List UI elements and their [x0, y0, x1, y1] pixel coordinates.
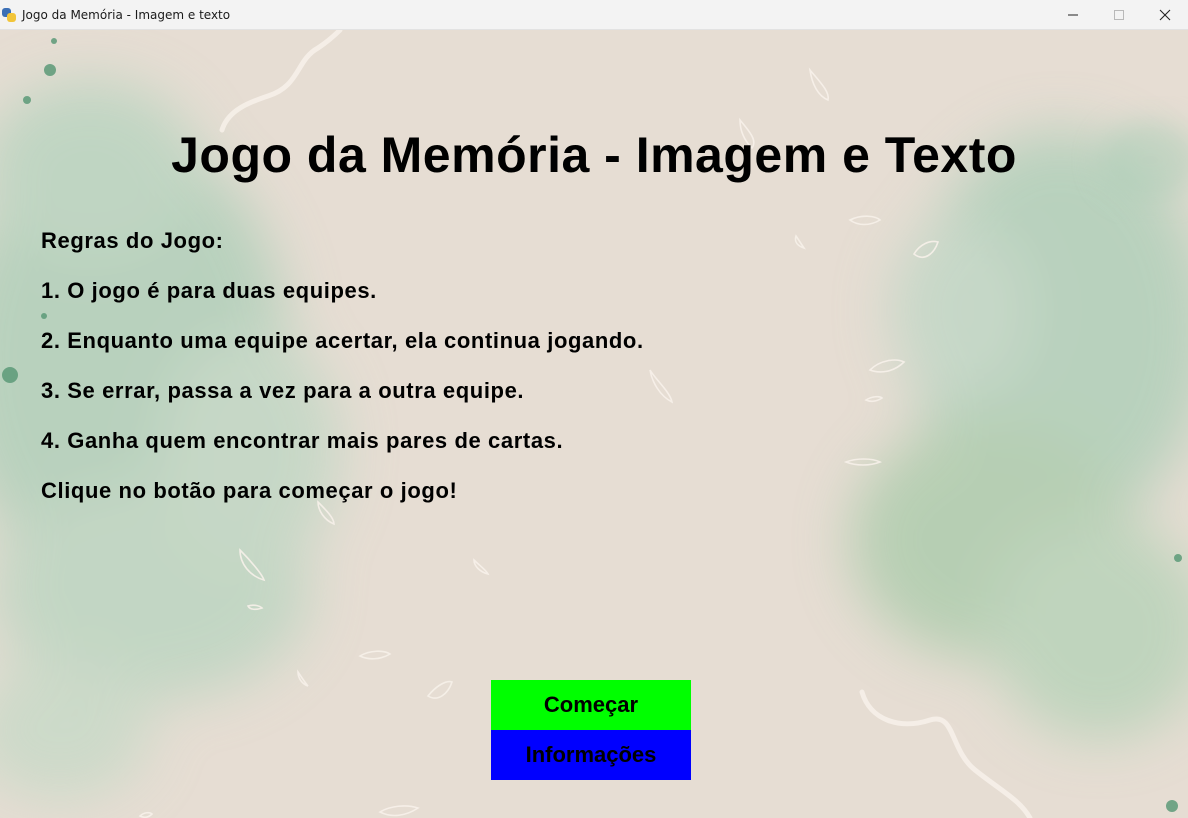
game-surface: Jogo da Memória - Imagem e Texto Regras …	[0, 30, 1188, 818]
rule-item: 4. Ganha quem encontrar mais pares de ca…	[41, 428, 564, 453]
close-button[interactable]	[1142, 0, 1188, 30]
info-button[interactable]: Informações	[491, 730, 691, 780]
rules-panel: Regras do Jogo: 1. O jogo é para duas eq…	[41, 228, 644, 528]
start-button[interactable]: Começar	[491, 680, 691, 730]
window-controls	[1050, 0, 1188, 30]
rule-item: 1. O jogo é para duas equipes.	[41, 278, 377, 303]
maximize-icon	[1114, 10, 1124, 20]
rule-item: 2. Enquanto uma equipe acertar, ela cont…	[41, 328, 644, 353]
window-title: Jogo da Memória - Imagem e texto	[22, 7, 231, 22]
app-window: Jogo da Memória - Imagem e texto Jogo da…	[0, 0, 1188, 818]
minimize-button[interactable]	[1050, 0, 1096, 30]
python-snake-icon	[2, 7, 16, 22]
rules-heading: Regras do Jogo:	[41, 228, 224, 253]
maximize-button[interactable]	[1096, 0, 1142, 30]
rule-item: 3. Se errar, passa a vez para a outra eq…	[41, 378, 525, 403]
title-bar[interactable]: Jogo da Memória - Imagem e texto	[0, 0, 1188, 30]
minimize-icon	[1068, 14, 1078, 16]
game-title: Jogo da Memória - Imagem e Texto	[171, 127, 1017, 183]
start-instruction: Clique no botão para começar o jogo!	[41, 478, 458, 503]
close-icon	[1159, 9, 1171, 21]
